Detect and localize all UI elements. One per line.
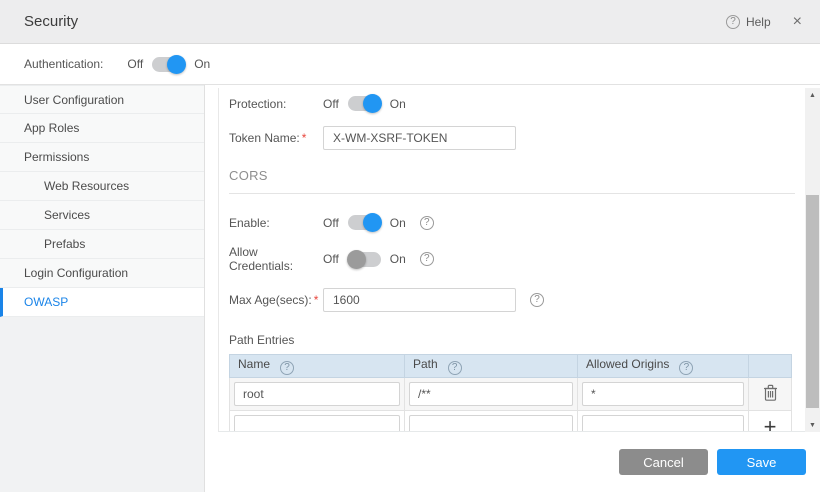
enable-row: Enable: Off On ?	[229, 215, 795, 230]
sidebar-item-owasp[interactable]: OWASP	[0, 288, 204, 317]
sidebar-item-web-resources[interactable]: Web Resources	[0, 172, 204, 201]
max-age-label: Max Age(secs):*	[229, 293, 323, 307]
owasp-form: Protection: Off On Token Name:* CORS	[218, 88, 820, 432]
help-button[interactable]: ? Help	[726, 15, 771, 29]
column-header-actions	[749, 355, 792, 378]
cancel-button[interactable]: Cancel	[619, 449, 708, 475]
sidebar-item-permissions[interactable]: Permissions	[0, 143, 204, 172]
add-row-button[interactable]: +	[764, 417, 777, 432]
protection-label: Protection:	[229, 97, 323, 111]
allow-credentials-row: Allow Credentials: Off On ?	[229, 245, 795, 273]
delete-row-button[interactable]	[763, 384, 778, 401]
scroll-down-icon[interactable]: ▼	[805, 418, 820, 432]
row1-path-input[interactable]	[409, 382, 573, 406]
close-icon[interactable]: ×	[793, 13, 802, 31]
allow-credentials-help-icon[interactable]: ?	[420, 252, 434, 266]
enable-label: Enable:	[229, 216, 323, 230]
enable-on-label: On	[390, 216, 406, 230]
protection-toggle[interactable]	[348, 96, 381, 111]
authentication-bar: Authentication: Off On	[0, 44, 820, 85]
scroll-up-icon[interactable]: ▲	[805, 88, 820, 102]
row2-origins-input[interactable]	[582, 415, 744, 432]
sidebar-item-label: User Configuration	[24, 93, 124, 107]
sidebar-item-label: OWASP	[24, 295, 68, 309]
sidebar-item-services[interactable]: Services	[0, 201, 204, 230]
required-asterisk: *	[314, 293, 319, 307]
row2-name-input[interactable]	[234, 415, 400, 432]
sidebar-item-label: Web Resources	[44, 179, 129, 193]
toggle-knob	[167, 55, 186, 74]
sidebar-item-app-roles[interactable]: App Roles	[0, 114, 204, 143]
protection-on-label: On	[390, 97, 406, 111]
allow-credentials-on-label: On	[390, 252, 406, 266]
sidebar-item-login-configuration[interactable]: Login Configuration	[0, 259, 204, 288]
cors-section-heading: CORS	[229, 168, 795, 183]
max-age-input[interactable]	[323, 288, 516, 312]
protection-row: Protection: Off On	[229, 96, 795, 111]
authentication-off-label: Off	[127, 57, 143, 71]
row1-origins-input[interactable]	[582, 382, 744, 406]
row1-name-input[interactable]	[234, 382, 400, 406]
protection-off-label: Off	[323, 97, 339, 111]
path-entries-table: Name? Path? Allowed Origins?	[229, 354, 792, 432]
page-title: Security	[24, 13, 78, 30]
column-header-allowed-origins: Allowed Origins?	[578, 355, 749, 378]
path-entries-label: Path Entries	[229, 333, 795, 347]
footer: Cancel Save	[205, 432, 820, 492]
authentication-label: Authentication:	[24, 57, 103, 71]
toggle-knob	[363, 213, 382, 232]
allow-credentials-toggle[interactable]	[348, 252, 381, 267]
trash-icon	[763, 384, 778, 401]
sidebar: User Configuration App Roles Permissions…	[0, 85, 205, 492]
table-row	[230, 378, 792, 411]
vertical-scrollbar[interactable]: ▲ ▼	[805, 88, 820, 432]
authentication-on-label: On	[194, 57, 210, 71]
token-name-row: Token Name:*	[229, 126, 795, 150]
sidebar-item-label: Permissions	[24, 150, 89, 164]
enable-toggle[interactable]	[348, 215, 381, 230]
main-panel: Protection: Off On Token Name:* CORS	[205, 85, 820, 492]
sidebar-item-label: App Roles	[24, 121, 79, 135]
toggle-knob	[363, 94, 382, 113]
allow-credentials-off-label: Off	[323, 252, 339, 266]
row2-path-input[interactable]	[409, 415, 573, 432]
authentication-toggle[interactable]	[152, 57, 185, 72]
max-age-help-icon[interactable]: ?	[530, 293, 544, 307]
allowed-origins-help-icon[interactable]: ?	[679, 361, 693, 375]
sidebar-item-label: Services	[44, 208, 90, 222]
sidebar-item-user-configuration[interactable]: User Configuration	[0, 85, 204, 114]
sidebar-item-prefabs[interactable]: Prefabs	[0, 230, 204, 259]
column-header-name: Name?	[230, 355, 405, 378]
allow-credentials-label: Allow Credentials:	[229, 245, 323, 273]
enable-help-icon[interactable]: ?	[420, 216, 434, 230]
scrollbar-thumb[interactable]	[806, 195, 819, 408]
table-header-row: Name? Path? Allowed Origins?	[230, 355, 792, 378]
sidebar-item-label: Login Configuration	[24, 266, 128, 280]
token-name-label: Token Name:*	[229, 131, 323, 145]
max-age-row: Max Age(secs):* ?	[229, 288, 795, 312]
save-button[interactable]: Save	[717, 449, 806, 475]
help-icon: ?	[726, 15, 740, 29]
title-bar: Security ? Help ×	[0, 0, 820, 44]
plus-icon: +	[764, 414, 777, 432]
enable-off-label: Off	[323, 216, 339, 230]
section-divider	[229, 193, 795, 194]
security-dialog: Security ? Help × Authentication: Off On…	[0, 0, 820, 492]
sidebar-item-label: Prefabs	[44, 237, 85, 251]
required-asterisk: *	[302, 131, 307, 145]
help-label: Help	[746, 15, 771, 29]
toggle-knob	[347, 250, 366, 269]
token-name-input[interactable]	[323, 126, 516, 150]
column-header-path: Path?	[405, 355, 578, 378]
path-help-icon[interactable]: ?	[448, 361, 462, 375]
name-help-icon[interactable]: ?	[280, 361, 294, 375]
table-row: +	[230, 411, 792, 433]
